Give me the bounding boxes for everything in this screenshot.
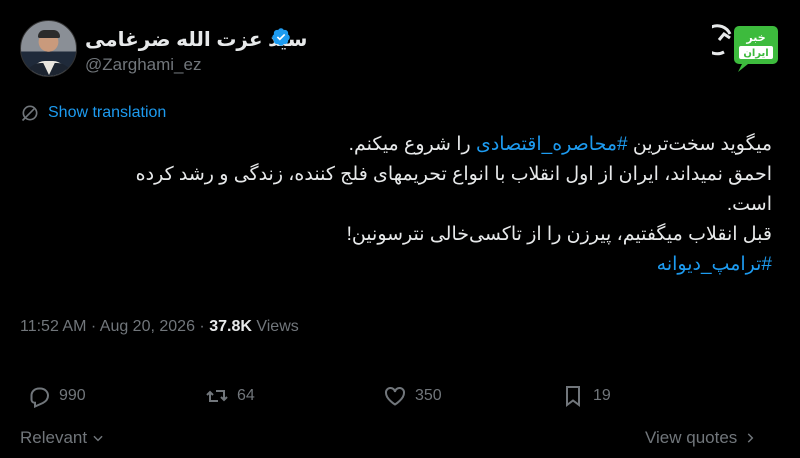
hashtag-link[interactable]: #ترامپ_دیوانه [657, 254, 772, 275]
bookmark-count: 19 [593, 387, 611, 404]
repost-count: 64 [237, 387, 255, 404]
reply-count: 990 [59, 387, 86, 404]
view-quotes-label: View quotes [645, 428, 738, 447]
tweet-text: میگوید سخت‌ترین #محاصره_اقتصادی را شروع … [27, 130, 772, 280]
repost-icon [206, 390, 228, 402]
avatar[interactable] [20, 20, 77, 77]
like-count: 350 [415, 387, 442, 404]
tweet-text-segment: میگوید سخت‌ترین [627, 134, 772, 155]
meta-separator: · [199, 318, 205, 335]
author-handle[interactable]: @Zarghami_ez [85, 55, 201, 75]
translate-icon [21, 105, 38, 122]
chevron-right-icon [748, 433, 754, 443]
tweet-line-4: قبل انقلاب میگفتیم، پیرزن را از تاکسی‌خا… [346, 224, 772, 245]
bookmark-button[interactable]: 19 [561, 384, 611, 408]
meta-separator: · [90, 318, 97, 335]
tweet-time[interactable]: 11:52 AM [20, 318, 86, 335]
reply-button[interactable]: 990 [27, 384, 86, 408]
show-translation-button[interactable]: Show translation [20, 103, 166, 123]
tweet-meta: 11:52 AM · Aug 20, 2026 · 37.8K Views [20, 318, 299, 336]
tweet-line-2: احمق نمیداند، ایران از اول انقلاب با انو… [135, 164, 772, 185]
reply-icon [30, 387, 50, 408]
sort-relevant-dropdown[interactable]: Relevant [20, 428, 105, 448]
tweet-text-segment: را شروع میکنم. [348, 134, 476, 155]
views-label: Views [256, 318, 299, 335]
bookmark-icon [566, 386, 580, 407]
logo-text-top: خبر [745, 31, 765, 44]
view-quotes-link[interactable]: View quotes [645, 428, 757, 448]
tweet-line-1: میگوید سخت‌ترین #محاصره_اقتصادی را شروع … [27, 130, 772, 160]
repost-button[interactable]: 64 [205, 384, 255, 408]
chevron-down-icon [93, 435, 103, 442]
verified-badge-icon [272, 28, 290, 46]
tweet-date[interactable]: Aug 20, 2026 [100, 318, 195, 335]
like-button[interactable]: 350 [383, 384, 442, 408]
tweet-line-3: است. [726, 194, 772, 215]
views-count[interactable]: 37.8K [209, 318, 252, 335]
sort-label: Relevant [20, 428, 88, 447]
show-translation-label: Show translation [48, 104, 167, 121]
brand-logo-icon[interactable]: خبر ایران [712, 22, 782, 72]
hashtag-link[interactable]: #محاصره_اقتصادی [476, 134, 628, 155]
heart-icon [385, 386, 405, 406]
tweet-line-5: #ترامپ_دیوانه [27, 250, 772, 280]
logo-text-bottom: ایران [743, 48, 768, 59]
